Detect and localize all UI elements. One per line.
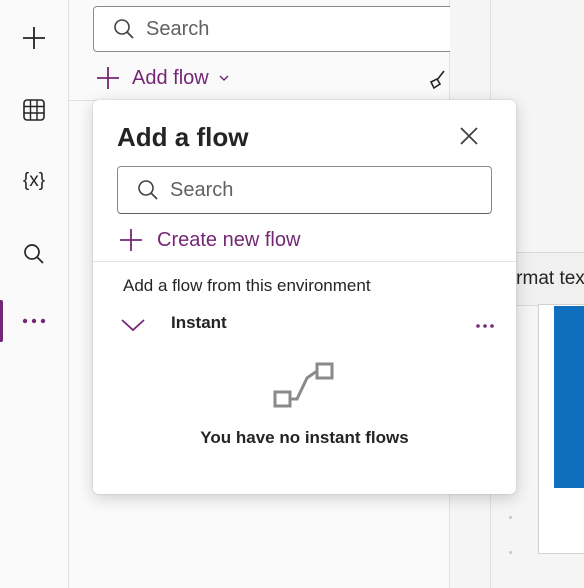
flow-icon [273, 362, 334, 408]
flow-search-input[interactable]: Search [117, 166, 492, 214]
create-new-flow-label: Create new flow [157, 228, 301, 251]
search-rail-button[interactable] [0, 232, 68, 276]
panel-search-placeholder: Search [146, 17, 210, 40]
environment-section-label: Add a flow from this environment [123, 276, 371, 295]
close-icon [460, 127, 478, 145]
add-flow-dialog: Add a flow Search Create new flow Add a … [93, 100, 516, 494]
instant-more-button[interactable] [471, 312, 499, 340]
more-icon [22, 318, 46, 324]
dialog-divider [93, 261, 516, 262]
variables-icon: {x} [22, 170, 46, 191]
table-icon [23, 99, 45, 121]
chevron-down-icon [219, 75, 229, 81]
search-icon [114, 19, 134, 39]
broom-icon[interactable] [426, 68, 450, 92]
panel-search-input[interactable]: Search [93, 6, 453, 52]
canvas-dot [509, 516, 512, 519]
instant-group-label: Instant [171, 313, 227, 332]
empty-state-message: You have no instant flows [200, 428, 409, 447]
search-icon [24, 244, 44, 264]
left-rail: {x} [0, 0, 69, 588]
add-flow-button[interactable]: Add flow [96, 62, 231, 94]
create-new-flow-button[interactable]: Create new flow [119, 224, 300, 256]
dialog-title: Add a flow [117, 122, 249, 152]
insert-button[interactable] [0, 16, 68, 60]
more-icon [476, 324, 494, 328]
plus-icon [120, 229, 142, 251]
search-icon [138, 180, 158, 200]
chevron-down-icon [121, 319, 145, 332]
instant-group-header[interactable]: Instant [119, 312, 499, 338]
close-button[interactable] [453, 120, 485, 152]
preview-header-block [554, 306, 584, 488]
plus-icon [97, 67, 119, 89]
canvas-dot [509, 551, 512, 554]
flow-search-placeholder: Search [170, 178, 234, 201]
add-flow-label: Add flow [132, 66, 209, 89]
more-rail-button[interactable] [0, 299, 68, 343]
data-button[interactable] [0, 88, 68, 132]
plus-icon [23, 27, 45, 49]
variables-button[interactable]: {x} [0, 159, 68, 203]
